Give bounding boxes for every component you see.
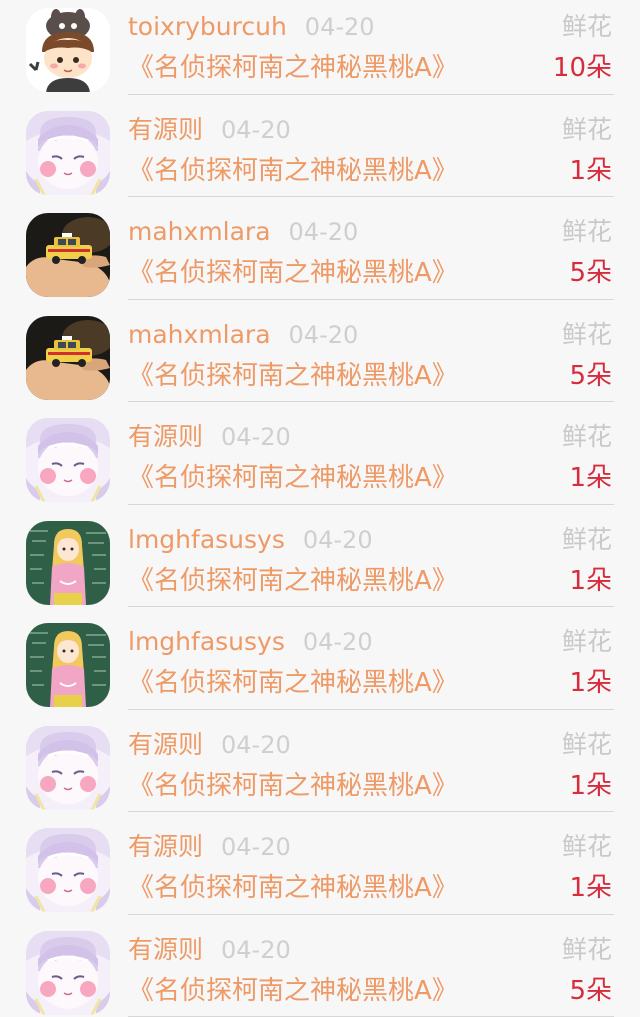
book-title[interactable]: 《名侦探柯南之神秘黑桃A》: [128, 358, 458, 394]
name-line: mahxmlara 04-20: [128, 318, 358, 352]
username[interactable]: 有源则: [128, 115, 203, 144]
name-line: toixryburcuh 04-20: [128, 10, 375, 44]
gift-date: 04-20: [289, 218, 359, 246]
flower-count: 5朵: [569, 358, 612, 394]
gift-date: 04-20: [303, 526, 373, 554]
name-line: 有源则 04-20: [128, 830, 291, 864]
book-title[interactable]: 《名侦探柯南之神秘黑桃A》: [128, 460, 458, 496]
gift-type-label: 鲜花: [562, 215, 612, 249]
anime-girl-avatar-icon: [26, 111, 110, 195]
avatar[interactable]: [26, 213, 110, 297]
username[interactable]: lmghfasusys: [128, 525, 285, 554]
flower-count: 5朵: [569, 973, 612, 1009]
gift-record-row[interactable]: 有源则 04-20 鲜花 《名侦探柯南之神秘黑桃A》 1朵: [0, 95, 640, 198]
gift-record-row[interactable]: 有源则 04-20 鲜花 《名侦探柯南之神秘黑桃A》 1朵: [0, 812, 640, 915]
gift-date: 04-20: [221, 116, 291, 144]
book-title[interactable]: 《名侦探柯南之神秘黑桃A》: [128, 665, 458, 701]
totoro-boy-avatar-icon: [26, 8, 110, 92]
taxi-toy-avatar-icon: [26, 316, 110, 400]
book-title[interactable]: 《名侦探柯南之神秘黑桃A》: [128, 563, 458, 599]
name-line: 有源则 04-20: [128, 728, 291, 762]
chalkboard-girl-avatar-icon: [26, 521, 110, 605]
username[interactable]: mahxmlara: [128, 320, 271, 349]
gift-record-row[interactable]: mahxmlara 04-20 鲜花 《名侦探柯南之神秘黑桃A》 5朵: [0, 197, 640, 300]
gift-type-label: 鲜花: [562, 933, 612, 967]
avatar[interactable]: [26, 521, 110, 605]
book-title[interactable]: 《名侦探柯南之神秘黑桃A》: [128, 50, 458, 86]
gift-record-row[interactable]: 有源则 04-20 鲜花 《名侦探柯南之神秘黑桃A》 1朵: [0, 402, 640, 505]
avatar[interactable]: [26, 828, 110, 912]
book-title[interactable]: 《名侦探柯南之神秘黑桃A》: [128, 768, 458, 804]
gift-type-label: 鲜花: [562, 420, 612, 454]
name-line: lmghfasusys 04-20: [128, 625, 373, 659]
gift-type-label: 鲜花: [562, 625, 612, 659]
username[interactable]: 有源则: [128, 832, 203, 861]
gift-date: 04-20: [221, 731, 291, 759]
flower-gift-list: toixryburcuh 04-20 鲜花 《名侦探柯南之神秘黑桃A》 10朵 有…: [0, 0, 640, 1017]
username[interactable]: toixryburcuh: [128, 12, 287, 41]
username[interactable]: 有源则: [128, 935, 203, 964]
book-title[interactable]: 《名侦探柯南之神秘黑桃A》: [128, 153, 458, 189]
gift-type-label: 鲜花: [562, 830, 612, 864]
chalkboard-girl-avatar-icon: [26, 623, 110, 707]
anime-girl-avatar-icon: [26, 418, 110, 502]
name-line: 有源则 04-20: [128, 933, 291, 967]
avatar[interactable]: [26, 111, 110, 195]
avatar[interactable]: [26, 8, 110, 92]
gift-type-label: 鲜花: [562, 10, 612, 44]
flower-count: 10朵: [553, 50, 612, 86]
avatar[interactable]: [26, 418, 110, 502]
avatar[interactable]: [26, 726, 110, 810]
flower-count: 1朵: [569, 563, 612, 599]
username[interactable]: 有源则: [128, 422, 203, 451]
gift-type-label: 鲜花: [562, 523, 612, 557]
anime-girl-avatar-icon: [26, 931, 110, 1015]
gift-record-row[interactable]: mahxmlara 04-20 鲜花 《名侦探柯南之神秘黑桃A》 5朵: [0, 300, 640, 403]
name-line: mahxmlara 04-20: [128, 215, 358, 249]
avatar[interactable]: [26, 931, 110, 1015]
flower-count: 1朵: [569, 460, 612, 496]
gift-type-label: 鲜花: [562, 113, 612, 147]
gift-record-row[interactable]: toixryburcuh 04-20 鲜花 《名侦探柯南之神秘黑桃A》 10朵: [0, 0, 640, 95]
gift-type-label: 鲜花: [562, 318, 612, 352]
gift-record-row[interactable]: lmghfasusys 04-20 鲜花 《名侦探柯南之神秘黑桃A》 1朵: [0, 607, 640, 710]
gift-record-row[interactable]: 有源则 04-20 鲜花 《名侦探柯南之神秘黑桃A》 5朵: [0, 915, 640, 1017]
gift-date: 04-20: [289, 321, 359, 349]
gift-record-row[interactable]: 有源则 04-20 鲜花 《名侦探柯南之神秘黑桃A》 1朵: [0, 710, 640, 813]
name-line: lmghfasusys 04-20: [128, 523, 373, 557]
name-line: 有源则 04-20: [128, 420, 291, 454]
book-title[interactable]: 《名侦探柯南之神秘黑桃A》: [128, 870, 458, 906]
flower-count: 5朵: [569, 255, 612, 291]
avatar[interactable]: [26, 623, 110, 707]
username[interactable]: 有源则: [128, 730, 203, 759]
book-title[interactable]: 《名侦探柯南之神秘黑桃A》: [128, 255, 458, 291]
name-line: 有源则 04-20: [128, 113, 291, 147]
avatar[interactable]: [26, 316, 110, 400]
gift-date: 04-20: [221, 936, 291, 964]
username[interactable]: mahxmlara: [128, 217, 271, 246]
gift-date: 04-20: [221, 833, 291, 861]
gift-type-label: 鲜花: [562, 728, 612, 762]
flower-count: 1朵: [569, 870, 612, 906]
flower-count: 1朵: [569, 768, 612, 804]
book-title[interactable]: 《名侦探柯南之神秘黑桃A》: [128, 973, 458, 1009]
flower-count: 1朵: [569, 665, 612, 701]
anime-girl-avatar-icon: [26, 726, 110, 810]
gift-date: 04-20: [221, 423, 291, 451]
gift-record-row[interactable]: lmghfasusys 04-20 鲜花 《名侦探柯南之神秘黑桃A》 1朵: [0, 505, 640, 608]
gift-date: 04-20: [303, 628, 373, 656]
username[interactable]: lmghfasusys: [128, 627, 285, 656]
taxi-toy-avatar-icon: [26, 213, 110, 297]
anime-girl-avatar-icon: [26, 828, 110, 912]
flower-count: 1朵: [569, 153, 612, 189]
gift-date: 04-20: [305, 13, 375, 41]
